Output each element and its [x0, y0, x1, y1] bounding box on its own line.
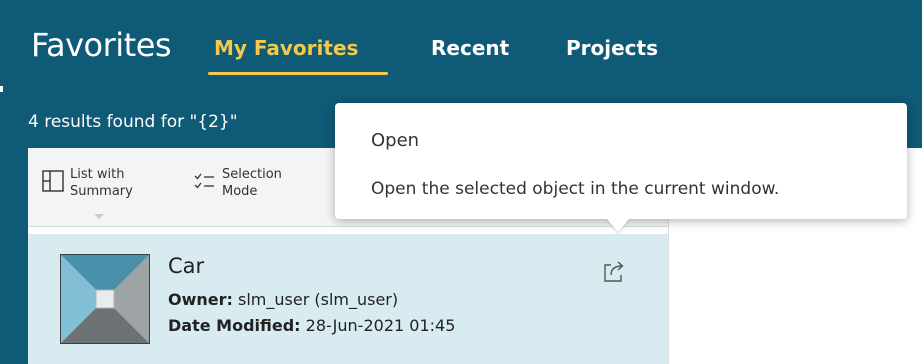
- tooltip-description: Open the selected object in the current …: [371, 179, 780, 199]
- view-mode-label-line1: List with: [70, 167, 125, 182]
- date-modified-label: Date Modified:: [168, 316, 301, 335]
- selection-mode-button[interactable]: Selection Mode: [194, 166, 282, 200]
- object-thumbnail: [60, 254, 150, 344]
- date-modified-value: 28-Jun-2021 01:45: [305, 316, 456, 335]
- item-title[interactable]: Car: [168, 254, 204, 278]
- results-count: 4 results found for "{2}": [28, 112, 238, 132]
- selection-mode-label-line1: Selection: [222, 167, 282, 182]
- active-tab-underline: [208, 72, 388, 75]
- header-bar: Favorites My Favorites Recent Projects: [0, 0, 922, 98]
- chevron-down-icon: [94, 214, 104, 219]
- list-with-summary-icon: [42, 170, 64, 196]
- tooltip-title: Open: [371, 130, 420, 151]
- owner-value: slm_user (slm_user): [238, 290, 399, 309]
- selection-mode-label-line2: Mode: [222, 184, 258, 199]
- item-date-modified: Date Modified: 28-Jun-2021 01:45: [168, 316, 455, 335]
- tab-my-favorites[interactable]: My Favorites: [214, 36, 358, 60]
- tab-projects[interactable]: Projects: [566, 36, 658, 60]
- edge-marker: [0, 86, 3, 92]
- item-owner: Owner: slm_user (slm_user): [168, 290, 398, 309]
- tab-recent[interactable]: Recent: [431, 36, 509, 60]
- tooltip-arrow: [606, 218, 630, 232]
- page-title: Favorites: [31, 26, 172, 64]
- tooltip: Open Open the selected object in the cur…: [335, 103, 907, 219]
- view-mode-label-line2: Summary: [70, 184, 133, 199]
- list-with-summary-button[interactable]: List with Summary: [42, 166, 133, 200]
- list-item[interactable]: Car Owner: slm_user (slm_user) Date Modi…: [28, 234, 668, 364]
- owner-label: Owner:: [168, 290, 233, 309]
- selection-mode-icon: [194, 170, 216, 196]
- share-icon[interactable]: [602, 258, 628, 288]
